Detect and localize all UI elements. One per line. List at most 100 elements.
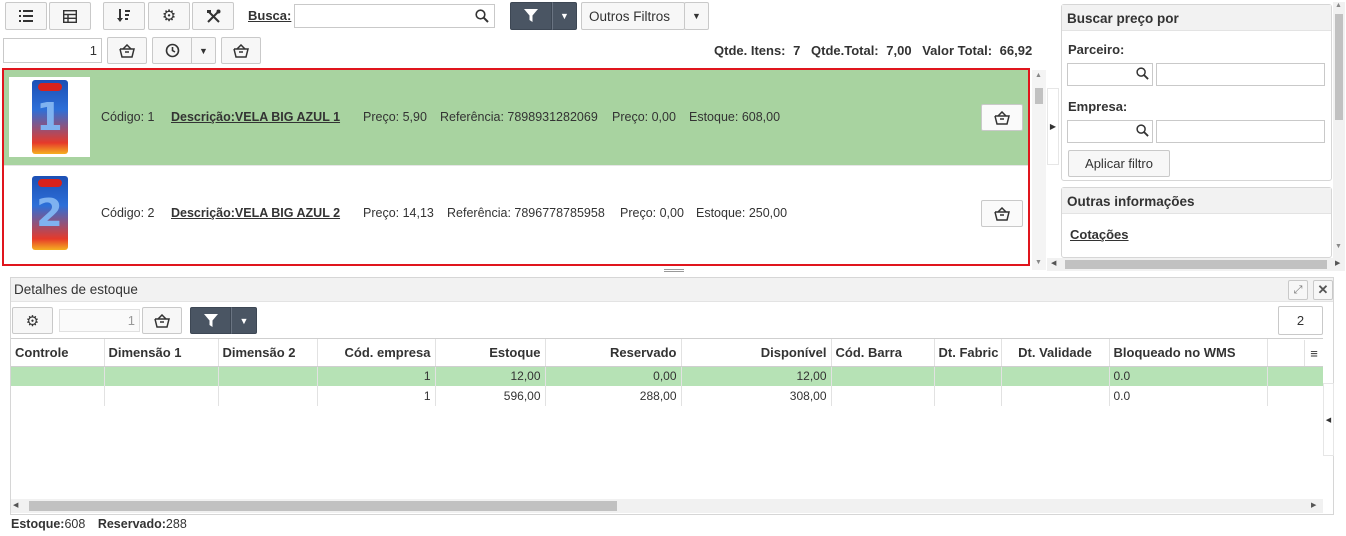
history-button[interactable] <box>152 37 192 64</box>
cotacoes-link[interactable]: Cotações <box>1070 227 1129 242</box>
col-dt-validade[interactable]: Dt. Validade <box>1001 339 1110 367</box>
details-hscroll[interactable]: ◀ ▶ <box>11 499 1323 513</box>
scroll-right-icon[interactable]: ▶ <box>1335 259 1340 267</box>
col-cod-empresa[interactable]: Cód. empresa <box>317 339 436 367</box>
cell-disponivel: 308,00 <box>681 386 832 406</box>
outras-panel-header: Outras informações <box>1062 188 1331 214</box>
footer-reservado-value: 288 <box>165 517 187 531</box>
parceiro-code-input[interactable] <box>1067 63 1153 86</box>
scroll-thumb[interactable] <box>29 501 617 511</box>
parceiro-name-input[interactable] <box>1156 63 1325 86</box>
scroll-up-icon[interactable]: ▲ <box>1335 2 1342 9</box>
side-panel-vscroll[interactable]: ▲ ▼ <box>1333 2 1345 258</box>
price-panel-header: Buscar preço por <box>1062 5 1331 31</box>
side-panel-hscroll[interactable]: ◀ ▶ <box>1047 258 1345 271</box>
basket-icon <box>154 313 170 328</box>
col-bloqueado-wms[interactable]: Bloqueado no WMS <box>1109 339 1268 367</box>
product-row[interactable]: 2 Código: 2 Descrição:VELA BIG AZUL 2 Pr… <box>4 166 1028 264</box>
close-button[interactable]: ✕ <box>1313 280 1333 300</box>
maximize-button[interactable]: ⤢ <box>1288 280 1308 300</box>
table-row[interactable]: 1 596,00 288,00 308,00 0.0 <box>11 386 1323 406</box>
scroll-down-icon[interactable]: ▼ <box>1035 259 1042 266</box>
empresa-code-input[interactable] <box>1067 120 1153 143</box>
col-estoque[interactable]: Estoque <box>435 339 546 367</box>
scroll-thumb[interactable] <box>1065 260 1327 269</box>
details-panel: Detalhes de estoque ⤢ ✕ ⚙ 1 ▼ 2 Controle… <box>10 277 1334 515</box>
apply-filter-button[interactable]: Aplicar filtro <box>1068 150 1170 177</box>
col-dimensao-1[interactable]: Dimensão 1 <box>104 339 219 367</box>
product-add-cart-button[interactable] <box>981 200 1023 227</box>
settings-button[interactable]: ⚙ <box>148 2 190 30</box>
search-icon[interactable] <box>1136 124 1149 140</box>
scroll-right-icon[interactable]: ▶ <box>1311 501 1316 509</box>
stock-footer: Estoque:608 Reservado:288 <box>11 517 187 531</box>
scroll-left-icon[interactable]: ◀ <box>1051 259 1056 267</box>
search-input[interactable] <box>294 4 495 28</box>
scroll-left-icon[interactable]: ◀ <box>13 501 18 509</box>
sort-button[interactable] <box>103 2 145 30</box>
cell-dimensao-1 <box>104 366 219 386</box>
col-disponivel[interactable]: Disponível <box>681 339 832 367</box>
empresa-label: Empresa: <box>1068 99 1128 114</box>
details-filter-dropdown[interactable]: ▼ <box>231 307 257 334</box>
footer-estoque-value: 608 <box>64 517 86 531</box>
tools-button[interactable] <box>192 2 234 30</box>
table-icon <box>63 9 77 23</box>
col-controle[interactable]: Controle <box>11 339 105 367</box>
cell-cod-empresa: 1 <box>317 386 436 406</box>
caret-down-icon: ▼ <box>199 45 208 56</box>
scroll-thumb[interactable] <box>1035 88 1043 104</box>
details-side-toggle[interactable]: ◀ <box>1323 383 1334 456</box>
product-image: 1 <box>9 77 90 157</box>
cell-dimensao-1 <box>104 386 219 406</box>
column-menu-button[interactable]: ≡ <box>1304 340 1323 366</box>
scroll-thumb[interactable] <box>1335 14 1343 120</box>
product-descricao-link[interactable]: Descrição:VELA BIG AZUL 2 <box>171 206 340 220</box>
cell-reservado: 0,00 <box>545 366 682 386</box>
list-view-button[interactable] <box>5 2 47 30</box>
quantity-input[interactable]: 1 <box>3 38 102 63</box>
close-icon: ✕ <box>1317 282 1329 297</box>
empresa-name-input[interactable] <box>1156 120 1325 143</box>
details-quantity-input[interactable]: 1 <box>59 309 140 332</box>
details-page-input[interactable]: 2 <box>1278 306 1323 335</box>
details-settings-button[interactable]: ⚙ <box>12 307 53 334</box>
col-dt-fabric[interactable]: Dt. Fabric <box>934 339 1002 367</box>
clock-icon <box>165 43 179 58</box>
details-page-value: 2 <box>1296 313 1305 328</box>
history-dropdown[interactable]: ▼ <box>191 37 216 64</box>
cell-cod-empresa: 1 <box>317 366 436 386</box>
product-list-scrollbar[interactable]: ▲ ▼ <box>1032 70 1046 270</box>
scroll-up-icon[interactable]: ▲ <box>1035 72 1042 79</box>
search-icon[interactable] <box>475 9 489 23</box>
outros-filtros-dropdown[interactable]: ▼ <box>684 2 709 30</box>
grid-view-button[interactable] <box>49 2 91 30</box>
cell-controle <box>11 366 105 386</box>
list-icon <box>19 10 33 22</box>
side-panel-toggle[interactable]: ▶ <box>1047 88 1059 165</box>
expand-icon: ⤢ <box>1293 283 1303 296</box>
table-row[interactable]: 1 12,00 0,00 12,00 0.0 <box>11 366 1323 386</box>
outros-filtros-button[interactable]: Outros Filtros <box>581 2 685 30</box>
cell-empty <box>1267 386 1323 406</box>
filter-dropdown-button[interactable]: ▼ <box>552 2 577 30</box>
details-title: Detalhes de estoque <box>14 282 138 297</box>
col-dimensao-2[interactable]: Dimensão 2 <box>218 339 318 367</box>
add-to-cart-button[interactable] <box>107 37 147 64</box>
cell-dimensao-2 <box>218 366 318 386</box>
search-icon[interactable] <box>1136 67 1149 83</box>
product-descricao-link[interactable]: Descrição:VELA BIG AZUL 1 <box>171 110 340 124</box>
splitter-handle[interactable] <box>664 269 684 272</box>
search-label: Busca: <box>248 8 292 23</box>
col-cod-barra[interactable]: Cód. Barra <box>831 339 935 367</box>
basket-icon <box>119 43 135 58</box>
filter-icon <box>524 9 538 22</box>
details-filter-button[interactable] <box>190 307 231 334</box>
cart-button[interactable] <box>221 37 261 64</box>
col-reservado[interactable]: Reservado <box>545 339 682 367</box>
product-row[interactable]: 1 Código: 1 Descrição:VELA BIG AZUL 1 Pr… <box>4 70 1028 166</box>
details-cart-button[interactable] <box>142 307 182 334</box>
scroll-down-icon[interactable]: ▼ <box>1335 243 1342 250</box>
product-add-cart-button[interactable] <box>981 104 1023 131</box>
filter-button[interactable] <box>510 2 552 30</box>
